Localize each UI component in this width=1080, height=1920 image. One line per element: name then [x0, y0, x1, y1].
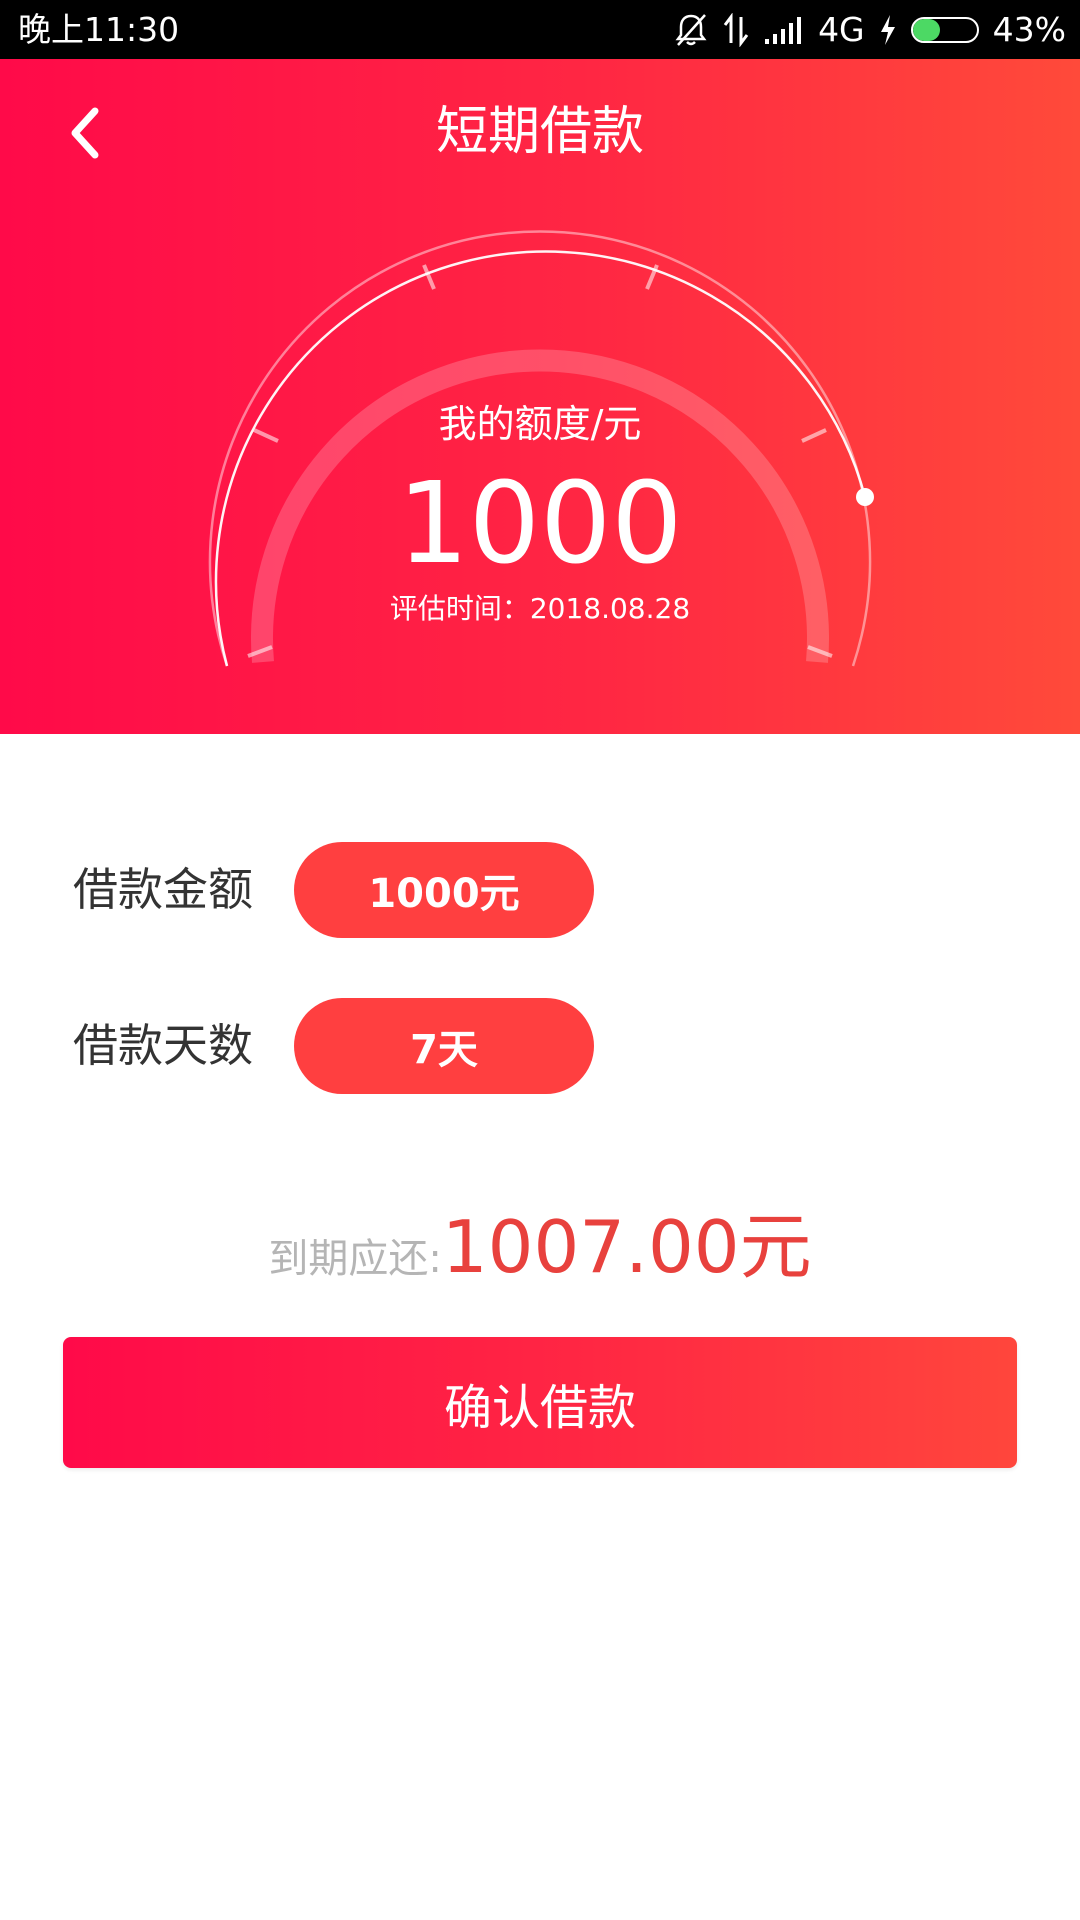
bell-muted-icon [675, 14, 707, 46]
page-title: 短期借款 [435, 102, 644, 162]
gauge-tick [422, 264, 436, 290]
battery-outline [910, 17, 979, 43]
charging-bolt-icon [880, 15, 895, 45]
loan-days-label: 借款天数 [73, 1019, 254, 1072]
battery-icon [910, 17, 979, 43]
quota-label: 我的额度/元 [438, 402, 642, 446]
status-bar: 晚上11:30 4G 43% [0, 0, 1080, 59]
loan-amount-label: 借款金额 [73, 863, 254, 916]
data-arrows-icon [723, 13, 749, 47]
loan-amount-row: 借款金额 1000元 [73, 842, 594, 938]
battery-level [912, 19, 941, 41]
credit-header: 短期借款 我的额度/元 1000 评估时间：2018.08.28 [0, 59, 1080, 734]
signal-icon [765, 17, 802, 44]
due-amount-line: 到期应还:1007.00元 [0, 1188, 1080, 1293]
due-amount: 1007.00元 [441, 1205, 812, 1289]
network-type: 4G [818, 10, 865, 49]
quota-value: 1000 [397, 459, 683, 589]
evaluation-time: 评估时间：2018.08.28 [389, 592, 691, 625]
loan-days-selector[interactable]: 7天 [294, 998, 594, 1094]
status-time: 晚上11:30 [18, 10, 180, 49]
loan-days-row: 借款天数 7天 [73, 998, 594, 1094]
battery-percent: 43% [992, 10, 1066, 49]
status-icons: 4G 43% [674, 8, 1066, 52]
confirm-loan-button[interactable]: 确认借款 [63, 1337, 1017, 1468]
due-label: 到期应还: [268, 1236, 442, 1282]
loan-amount-selector[interactable]: 1000元 [294, 842, 594, 938]
